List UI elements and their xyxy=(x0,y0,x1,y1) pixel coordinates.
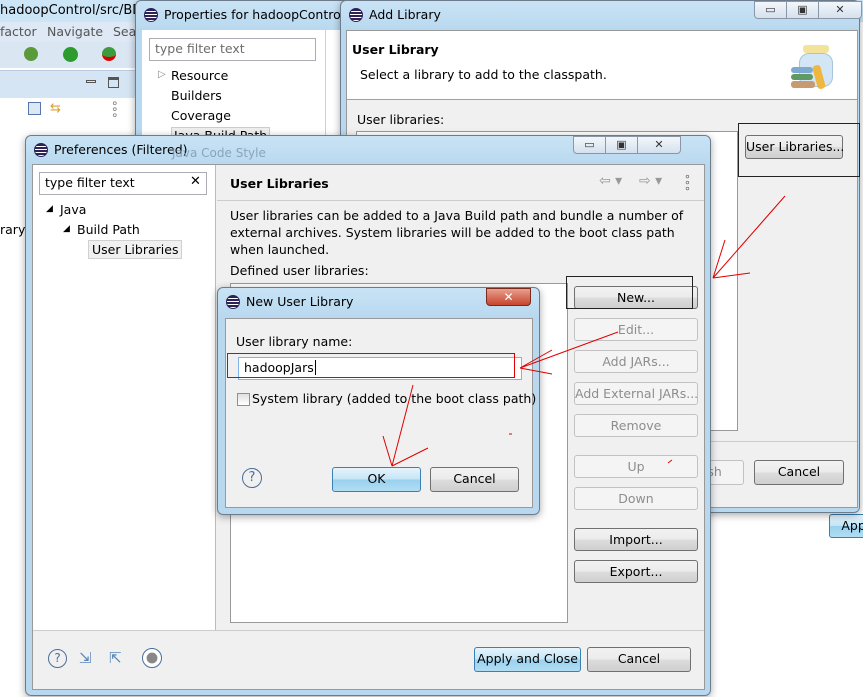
annotation-arrows xyxy=(382,195,786,467)
arrow-to-input xyxy=(519,331,619,375)
arrow-to-new xyxy=(712,195,786,279)
arrow-to-ok xyxy=(382,384,429,467)
